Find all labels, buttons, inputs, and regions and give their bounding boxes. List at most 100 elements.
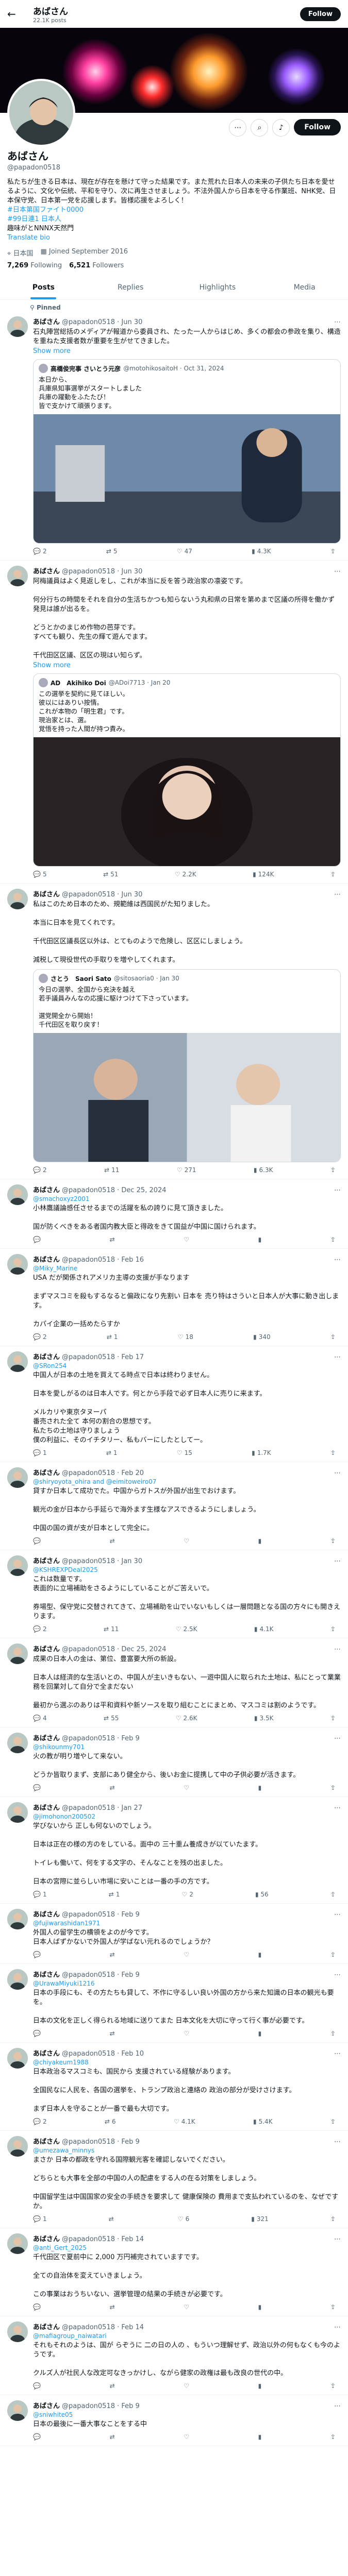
quoted-post[interactable]: さとう Saori Sato @sitosaoria0 · Jan 30 今日の選挙…: [33, 969, 341, 1162]
like-action[interactable]: ♡ 271: [177, 1166, 196, 1174]
post-author-name[interactable]: あばさん: [33, 1467, 60, 1477]
profile-avatar[interactable]: [7, 79, 75, 147]
share-action[interactable]: ⇪: [330, 1951, 336, 1958]
views-action[interactable]: ▮: [258, 2303, 264, 2311]
post-more-icon[interactable]: ⋯: [334, 1557, 341, 1565]
post-author-handle[interactable]: @papadon0518 · Feb 16: [62, 1256, 144, 1264]
post[interactable]: あばさん @papadon0518 · Feb 16 ⋯ @Miky_Marine US…: [0, 1249, 348, 1346]
post[interactable]: あばさん @papadon0518 · Feb 14 ⋯ @mafiagroup_na…: [0, 2316, 348, 2395]
share-action[interactable]: ⇪: [330, 2215, 336, 2223]
post-author-name[interactable]: あばさん: [33, 2321, 60, 2331]
views-action[interactable]: ▮ 340: [253, 1333, 271, 1341]
post-avatar[interactable]: [7, 566, 28, 586]
quoted-image[interactable]: [34, 1033, 340, 1162]
quoted-image[interactable]: [34, 414, 340, 543]
search-icon[interactable]: ⌕: [251, 119, 269, 137]
post[interactable]: あばさん @papadon0518 · Feb 17 ⋯ @SRon254 中国人が日本…: [0, 1346, 348, 1462]
post-more-icon[interactable]: ⋯: [334, 1971, 341, 1979]
post-author-handle[interactable]: @papadon0518 · Feb 17: [62, 1353, 144, 1361]
post-avatar[interactable]: [7, 2048, 28, 2069]
views-action[interactable]: ▮: [258, 2433, 264, 2441]
like-action[interactable]: ♡: [184, 2303, 191, 2311]
repost-action[interactable]: ⇄ 5: [106, 548, 118, 555]
reply-action[interactable]: 💬: [33, 2382, 43, 2389]
notification-bell-icon[interactable]: ♪: [272, 119, 290, 137]
repost-action[interactable]: ⇄ 1: [107, 1333, 118, 1341]
reply-target-link[interactable]: @KSHREXPDeal2025: [33, 1566, 98, 1573]
post-author-handle[interactable]: @papadon0518 · Feb 9: [62, 1911, 140, 1919]
like-action[interactable]: ♡ 15: [177, 1449, 192, 1456]
repost-action[interactable]: ⇄ 1: [106, 1449, 118, 1456]
post-avatar[interactable]: [7, 1643, 28, 1664]
post-author-name[interactable]: あばさん: [33, 2233, 60, 2243]
share-action[interactable]: ⇪: [330, 2303, 336, 2311]
views-action[interactable]: ▮ 6.3K: [254, 1166, 273, 1174]
post-avatar[interactable]: [7, 2321, 28, 2342]
like-action[interactable]: ♡: [184, 2030, 191, 2037]
like-action[interactable]: ♡: [184, 1537, 191, 1545]
repost-action[interactable]: ⇄ 51: [103, 871, 118, 878]
repost-action[interactable]: ⇄: [110, 2030, 117, 2037]
quoted-post[interactable]: AD Akihiko Doi @ADoi7713 · Jan 20 この選挙を契約に…: [33, 673, 341, 867]
share-action[interactable]: ⇪: [330, 1715, 336, 1722]
reply-action[interactable]: 💬 2: [33, 1333, 47, 1341]
post-more-icon[interactable]: ⋯: [334, 318, 341, 326]
repost-action[interactable]: ⇄: [110, 1537, 117, 1545]
bio-hashtag[interactable]: #日本第国ファイト0000: [7, 206, 341, 215]
repost-action[interactable]: ⇄ 6: [105, 2118, 116, 2125]
post-author-handle[interactable]: @papadon0518 · Feb 14: [62, 2235, 144, 2243]
share-action[interactable]: ⇪: [330, 1166, 336, 1174]
views-action[interactable]: ▮: [258, 1784, 264, 1791]
reply-action[interactable]: 💬: [33, 1537, 43, 1545]
post[interactable]: あばさん @papadon0518 · Dec 25, 2024 ⋯ 成果の日本人の金…: [0, 1638, 348, 1727]
reply-action[interactable]: 💬: [33, 1951, 43, 1958]
share-action[interactable]: ⇪: [330, 1784, 336, 1791]
reply-target-link[interactable]: @umezawa_minnys: [33, 2147, 94, 2154]
tab-replies[interactable]: Replies: [87, 276, 174, 299]
share-action[interactable]: ⇪: [330, 1891, 336, 1898]
post-avatar[interactable]: [7, 2400, 28, 2421]
post-more-icon[interactable]: ⋯: [334, 2138, 341, 2146]
post-more-icon[interactable]: ⋯: [334, 1735, 341, 1742]
share-action[interactable]: ⇪: [330, 2118, 336, 2125]
post[interactable]: あばさん @papadon0518 · Feb 9 ⋯ @fujiwarashidan…: [0, 1904, 348, 1964]
tab-highlights[interactable]: Highlights: [174, 276, 261, 299]
post-author-name[interactable]: あばさん: [33, 1555, 60, 1565]
post-author-handle[interactable]: @papadon0518 · Jan 27: [62, 1804, 142, 1812]
post[interactable]: あばさん @papadon0518 · Dec 25, 2024 ⋯ @smachox…: [0, 1179, 348, 1249]
reply-target-link[interactable]: @UrawaMiyuki1216: [33, 1980, 94, 1987]
follow-button[interactable]: Follow: [294, 119, 341, 135]
repost-action[interactable]: ⇄ 11: [104, 1625, 119, 1633]
like-action[interactable]: ♡ 47: [177, 548, 192, 555]
post-avatar[interactable]: [7, 1254, 28, 1275]
bio-hashtag[interactable]: #99日連1 日本人: [7, 215, 341, 224]
repost-action[interactable]: ⇄ 55: [104, 1715, 119, 1722]
views-action[interactable]: ▮: [258, 1236, 264, 1243]
tab-media[interactable]: Media: [261, 276, 348, 299]
translate-bio-link[interactable]: Translate bio: [7, 233, 341, 243]
like-action[interactable]: ♡ 18: [178, 1333, 193, 1341]
post-avatar[interactable]: [7, 1555, 28, 1576]
share-action[interactable]: ⇪: [330, 2433, 336, 2441]
quoted-post[interactable]: 高橋俊完事 さいとう元彦 @motohikosaitoH · Oct 31, 20…: [33, 359, 341, 544]
reply-action[interactable]: 💬 1: [33, 1891, 47, 1898]
post-author-handle[interactable]: @papadon0518 · Feb 9: [62, 1971, 140, 1979]
post[interactable]: あばさん @papadon0518 · Feb 9 ⋯ @shikounmy701 火の…: [0, 1727, 348, 1797]
post-author-handle[interactable]: @papadon0518 · Feb 14: [62, 2324, 144, 2331]
post-more-icon[interactable]: ⋯: [334, 2324, 341, 2331]
share-action[interactable]: ⇪: [330, 1625, 336, 1633]
reply-action[interactable]: 💬 1: [33, 2215, 47, 2223]
like-action[interactable]: ♡ 2.5K: [176, 1625, 197, 1633]
reply-action[interactable]: 💬 2: [33, 2118, 47, 2125]
post[interactable]: あばさん @papadon0518 · Jan 30 ⋯ @KSHREXPDeal20…: [0, 1550, 348, 1638]
post-author-name[interactable]: あばさん: [33, 1643, 60, 1653]
views-action[interactable]: ▮ 1.7K: [252, 1449, 271, 1456]
like-action[interactable]: ♡ 6: [178, 2215, 189, 2223]
tab-posts[interactable]: Posts: [0, 276, 87, 299]
post-more-icon[interactable]: ⋯: [334, 891, 341, 899]
post[interactable]: あばさん @papadon0518 · Feb 10 ⋯ @chiyakeum1988…: [0, 2043, 348, 2131]
repost-action[interactable]: ⇄: [110, 1784, 117, 1791]
post-author-name[interactable]: あばさん: [33, 2136, 60, 2146]
views-action[interactable]: ▮ 56: [255, 1891, 269, 1898]
post-author-handle[interactable]: @papadon0518 · Jun 30: [62, 318, 142, 326]
